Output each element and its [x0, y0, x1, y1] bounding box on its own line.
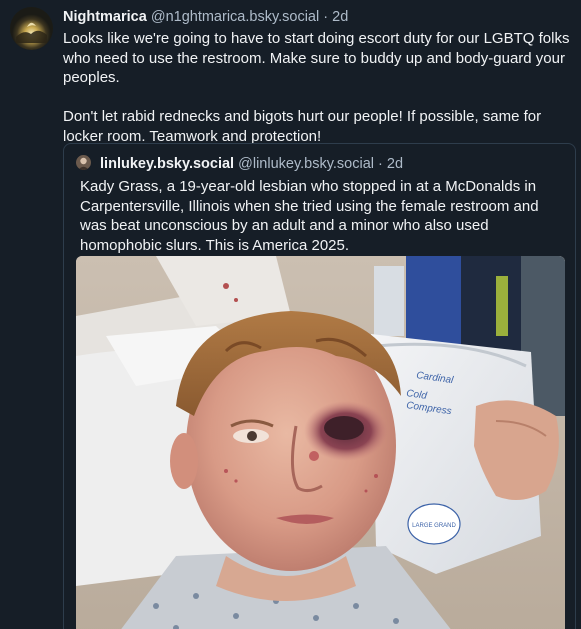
quoted-author-display-name[interactable]: linlukey.bsky.social [100, 156, 234, 172]
quoted-avatar-image [76, 155, 91, 170]
separator-dot: · [378, 156, 383, 172]
author-display-name[interactable]: Nightmarica [63, 9, 147, 25]
avatar-image [10, 7, 53, 50]
post-timestamp[interactable]: 2d [332, 9, 348, 25]
quoted-author-avatar[interactable] [76, 155, 91, 170]
quoted-post-image[interactable]: Cardinal Cold Compress LARGE GRAND [76, 256, 565, 629]
post-paragraph: Don't let rabid rednecks and bigots hurt… [63, 108, 542, 145]
quoted-author-handle[interactable]: @linlukey.bsky.social [238, 156, 374, 172]
separator-dot: · [323, 9, 329, 25]
post-body: Looks like we're going to have to start … [63, 29, 575, 146]
post[interactable]: Nightmarica @n1ghtmarica.bsky.social · 2… [0, 0, 581, 629]
quoted-post-text: Kady Grass, a 19-year-old lesbian who st… [80, 178, 539, 254]
quoted-post-header: linlukey.bsky.social @linlukey.bsky.soci… [76, 155, 403, 173]
post-header: Nightmarica @n1ghtmarica.bsky.social · 2… [63, 9, 348, 26]
pack-size-text: LARGE GRAND [412, 523, 456, 529]
hospital-photo: Cardinal Cold Compress LARGE GRAND [76, 256, 565, 629]
author-avatar[interactable] [10, 7, 53, 50]
quoted-post-timestamp[interactable]: 2d [387, 156, 403, 172]
post-paragraph: Looks like we're going to have to start … [63, 30, 570, 86]
quoted-post[interactable]: linlukey.bsky.social @linlukey.bsky.soci… [63, 143, 576, 629]
author-handle[interactable]: @n1ghtmarica.bsky.social [151, 9, 319, 25]
